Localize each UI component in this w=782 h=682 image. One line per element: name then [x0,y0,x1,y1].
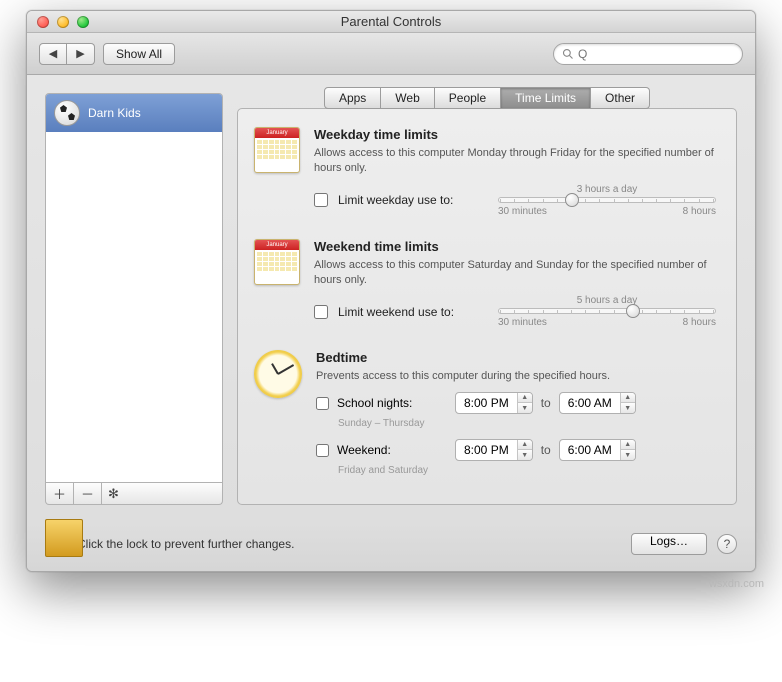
bedtime-section: Bedtime Prevents access to this computer… [254,350,716,486]
step-up-icon[interactable]: ▲ [621,440,635,450]
weekend-nights-checkbox[interactable] [316,444,329,457]
to-label: to [541,443,551,457]
calendar-icon: January [254,127,300,173]
to-label: to [541,396,551,410]
logs-button[interactable]: Logs… [631,533,707,555]
step-up-icon[interactable]: ▲ [518,393,532,403]
weekend-title: Weekend time limits [314,239,716,254]
window-title: Parental Controls [27,14,755,29]
weekday-title: Weekday time limits [314,127,716,142]
weekend-slider-max: 8 hours [683,317,716,328]
user-name-label: Darn Kids [88,106,141,120]
remove-user-button[interactable]: － [74,483,102,504]
weekday-slider[interactable] [498,197,716,203]
weekday-slider-min: 30 minutes [498,206,547,217]
tab-time-limits[interactable]: Time Limits [501,87,591,109]
time-value: 6:00 AM [560,443,620,457]
gear-icon: ✻ [108,486,119,502]
step-down-icon[interactable]: ▼ [518,403,532,413]
school-nights-checkbox[interactable] [316,397,329,410]
school-nights-sub: Sunday – Thursday [338,418,716,429]
step-up-icon[interactable]: ▲ [621,393,635,403]
sidebar-controls: ＋ － ✻ [45,483,223,505]
minimize-icon[interactable] [57,16,69,28]
help-button[interactable]: ? [717,534,737,554]
forward-button[interactable]: ▶ [67,43,95,65]
weekend-nights-label: Weekend: [337,443,447,457]
preferences-window: Parental Controls ◀ ▶ Show All Darn Kids… [26,10,756,572]
watermark: wsxdn.com [10,578,772,590]
bedtime-title: Bedtime [316,350,716,365]
back-button[interactable]: ◀ [39,43,67,65]
user-sidebar: Darn Kids ＋ － ✻ [45,93,223,505]
window-controls [37,16,89,28]
search-input[interactable] [578,47,734,61]
show-all-button[interactable]: Show All [103,43,175,65]
footer: Click the lock to prevent further change… [27,523,755,571]
user-actions-button[interactable]: ✻ [102,483,222,504]
slider-knob-icon[interactable] [565,193,579,207]
toolbar: ◀ ▶ Show All [27,33,755,75]
tab-web[interactable]: Web [381,87,434,109]
search-field[interactable] [553,43,743,65]
time-value: 8:00 PM [456,396,517,410]
weekend-desc: Allows access to this computer Saturday … [314,258,716,288]
lock-hint: Click the lock to prevent further change… [77,537,621,551]
weekend-slider-min: 30 minutes [498,317,547,328]
search-icon [562,48,574,60]
time-limits-pane: January Weekday time limits Allows acces… [237,108,737,505]
calendar-month-label: January [255,240,299,250]
weekend-section: January Weekend time limits Allows acces… [254,239,716,329]
weekend-nights-sub: Friday and Saturday [338,465,716,476]
weekday-limit-label: Limit weekday use to: [338,193,488,207]
lock-icon[interactable] [45,531,67,557]
weekend-limit-label: Limit weekend use to: [338,305,488,319]
tab-people[interactable]: People [435,87,501,109]
zoom-icon[interactable] [77,16,89,28]
calendar-icon: January [254,239,300,285]
weekend-from-time[interactable]: 8:00 PM ▲▼ [455,439,533,461]
weekday-section: January Weekday time limits Allows acces… [254,127,716,217]
step-down-icon[interactable]: ▼ [621,403,635,413]
slider-knob-icon[interactable] [626,304,640,318]
weekend-slider-caption: 5 hours a day [498,295,716,306]
step-down-icon[interactable]: ▼ [621,450,635,460]
weekend-limit-checkbox[interactable] [314,305,328,319]
weekday-slider-max: 8 hours [683,206,716,217]
weekday-slider-caption: 3 hours a day [498,184,716,195]
weekday-desc: Allows access to this computer Monday th… [314,146,716,176]
school-nights-label: School nights: [337,396,447,410]
tab-apps[interactable]: Apps [324,87,381,109]
step-up-icon[interactable]: ▲ [518,440,532,450]
add-user-button[interactable]: ＋ [46,483,74,504]
school-to-time[interactable]: 6:00 AM ▲▼ [559,392,636,414]
tab-bar: Apps Web People Time Limits Other [237,87,737,109]
bedtime-desc: Prevents access to this computer during … [316,369,716,384]
user-row[interactable]: Darn Kids [46,94,222,132]
time-value: 8:00 PM [456,443,517,457]
user-list[interactable]: Darn Kids [45,93,223,483]
user-avatar-icon [54,100,80,126]
close-icon[interactable] [37,16,49,28]
weekday-limit-checkbox[interactable] [314,193,328,207]
calendar-month-label: January [255,128,299,138]
weekend-slider[interactable] [498,308,716,314]
titlebar: Parental Controls [27,11,755,33]
nav-buttons: ◀ ▶ [39,43,95,65]
time-value: 6:00 AM [560,396,620,410]
tab-other[interactable]: Other [591,87,650,109]
step-down-icon[interactable]: ▼ [518,450,532,460]
school-from-time[interactable]: 8:00 PM ▲▼ [455,392,533,414]
clock-icon [254,350,302,398]
weekend-to-time[interactable]: 6:00 AM ▲▼ [559,439,636,461]
